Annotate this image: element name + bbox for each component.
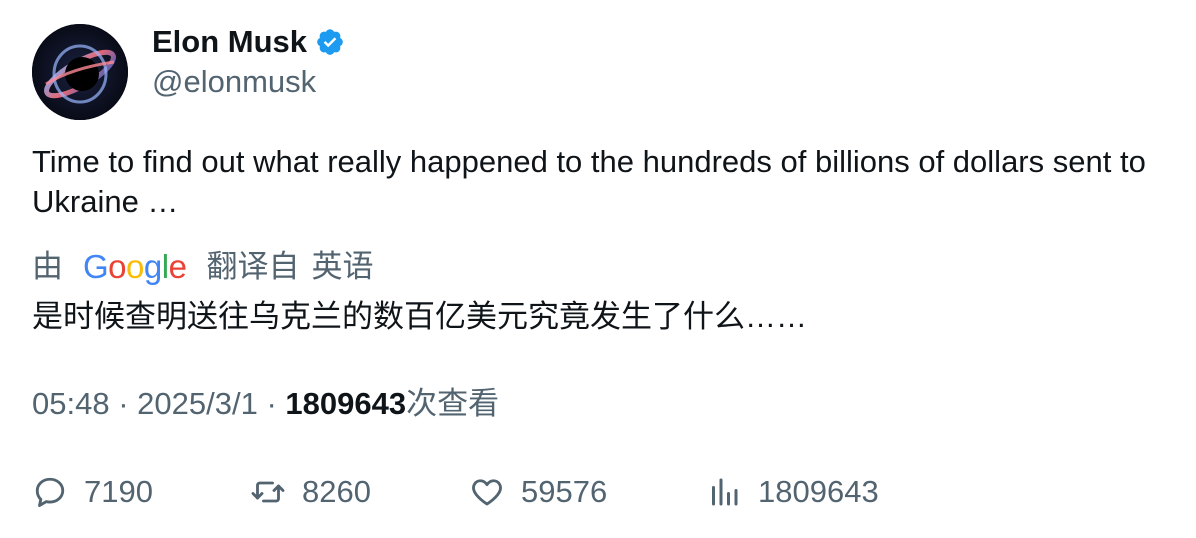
like-count: 59576 xyxy=(521,474,608,509)
avatar-black-hole-image xyxy=(32,24,128,120)
meta-separator: · xyxy=(266,386,277,421)
tweet-text: Time to find out what really happened to… xyxy=(32,144,1146,219)
views-count-action: 1809643 xyxy=(758,474,879,509)
translated-text: 是时候查明送往乌克兰的数百亿美元究竟发生了什么…… xyxy=(32,299,807,334)
retweet-icon xyxy=(251,481,285,503)
reply-button[interactable]: 7190 xyxy=(32,470,153,514)
heart-icon xyxy=(472,479,502,506)
bar-chart-icon xyxy=(712,478,738,506)
tweet-date[interactable]: 2025/3/1 xyxy=(137,386,258,421)
tweet-meta: 05:48 · 2025/3/1 · 1809643次查看 xyxy=(32,384,499,424)
tweet-time[interactable]: 05:48 xyxy=(32,386,110,421)
views-count: 1809643 xyxy=(285,386,407,421)
translation-prefix: 由 xyxy=(32,249,63,284)
views-button[interactable]: 1809643 xyxy=(706,470,879,514)
tweet-actions: 7190 8260 59576 1809643 xyxy=(32,470,1132,514)
retweet-button[interactable]: 8260 xyxy=(250,470,371,514)
like-button[interactable]: 59576 xyxy=(469,470,607,514)
views-label: 次查看 xyxy=(406,386,500,421)
source-language: 英语 xyxy=(311,249,374,284)
retweet-count: 8260 xyxy=(302,474,371,509)
reply-count: 7190 xyxy=(84,474,153,509)
translated-from-label: 翻译自 xyxy=(206,249,300,284)
reply-icon xyxy=(35,477,65,507)
google-logo[interactable]: Google xyxy=(83,246,187,288)
author-handle[interactable]: @elonmusk xyxy=(152,62,316,102)
translation-attribution: 由 Google 翻译自 英语 xyxy=(32,246,373,288)
verified-badge-icon[interactable] xyxy=(315,27,345,57)
avatar[interactable] xyxy=(32,24,128,120)
meta-separator: · xyxy=(118,386,129,421)
author-name[interactable]: Elon Musk xyxy=(152,22,307,62)
